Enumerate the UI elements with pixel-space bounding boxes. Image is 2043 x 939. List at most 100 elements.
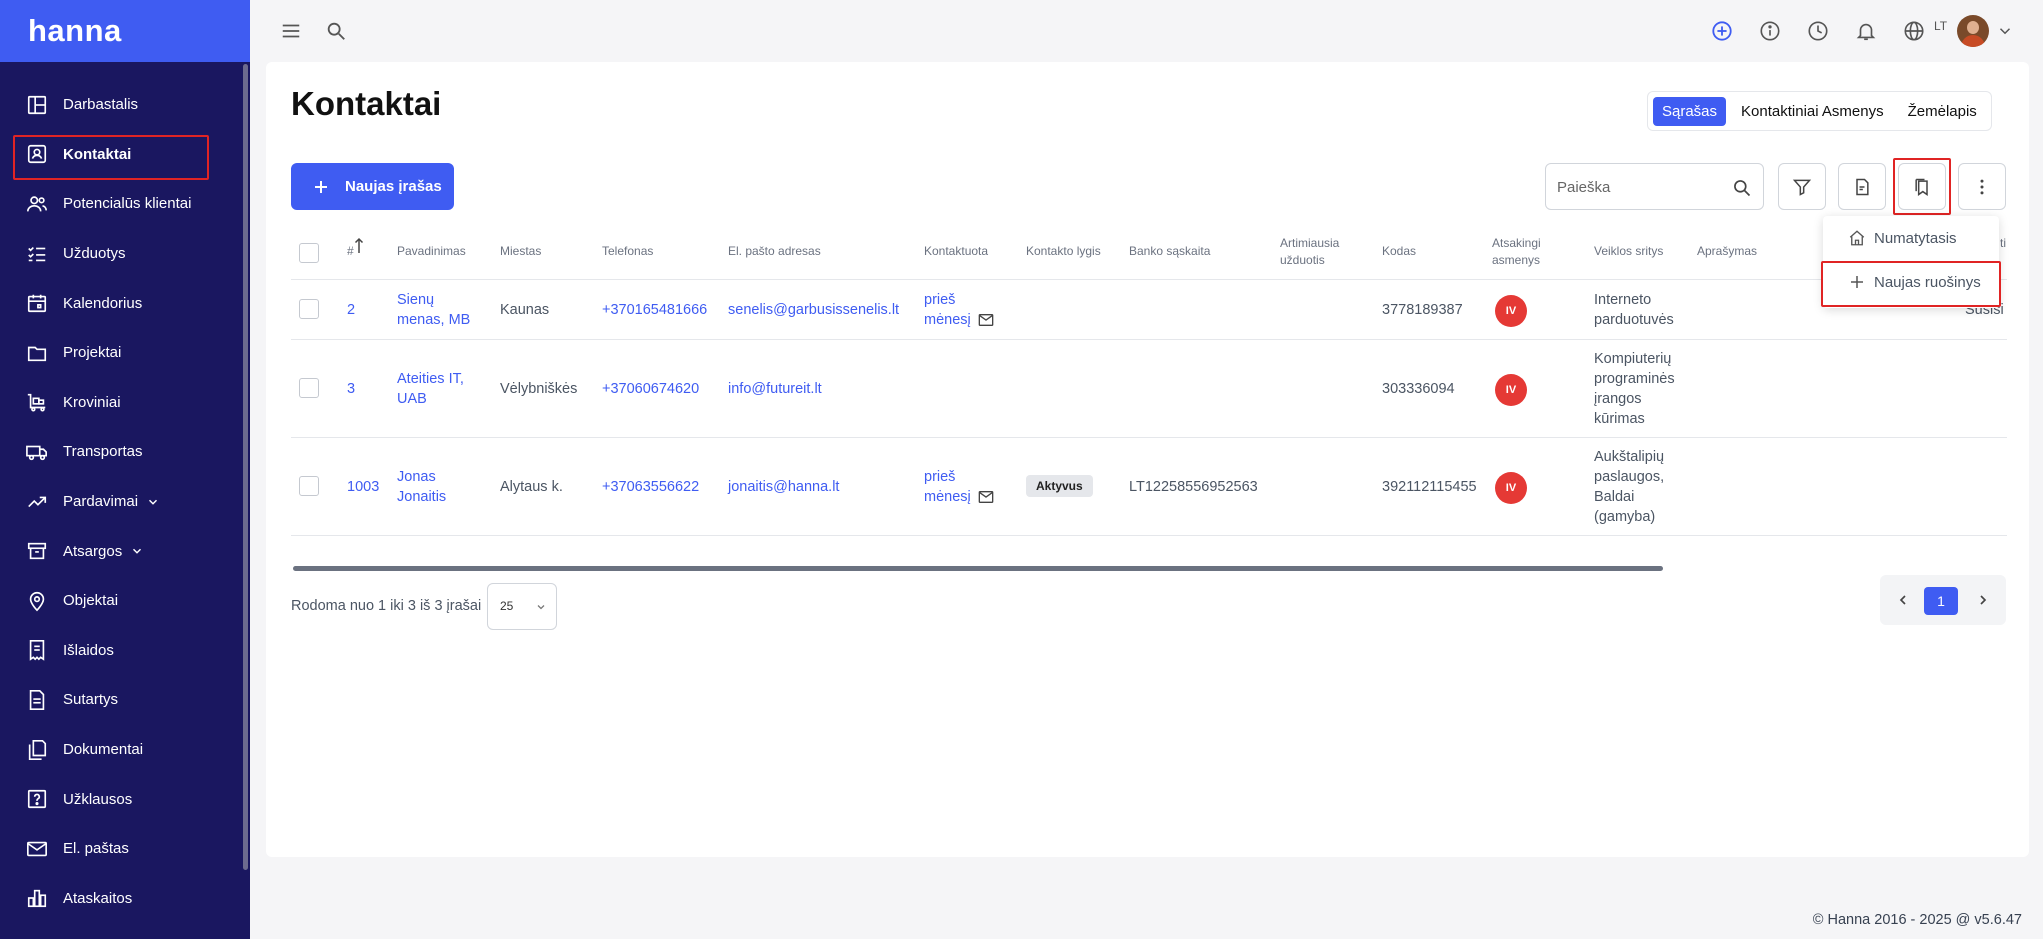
sidebar-item-ataskaitos[interactable]: Ataskaitos [0, 874, 245, 924]
cell-email[interactable]: jonaitis@hanna.lt [728, 477, 839, 497]
export-button[interactable] [1838, 163, 1886, 210]
page-number-current[interactable]: 1 [1924, 587, 1958, 615]
header-contacted[interactable]: Kontaktuota [924, 243, 988, 260]
search-input[interactable]: Paieška [1545, 163, 1764, 210]
cell-num[interactable]: 2 [347, 300, 355, 320]
cell-email[interactable]: senelis@garbusissenelis.lt [728, 300, 899, 320]
chevron-left-icon[interactable] [1895, 592, 1911, 608]
filter-button[interactable] [1778, 163, 1826, 210]
sidebar-item-uzduotys[interactable]: Užduotys [0, 229, 245, 279]
tab-kontaktiniai-asmenys[interactable]: Kontaktiniai Asmenys [1732, 97, 1893, 126]
search-icon[interactable] [325, 20, 347, 42]
header-city[interactable]: Miestas [500, 243, 541, 260]
header-cut[interactable]: ti [2000, 235, 2006, 252]
row-divider [291, 535, 2007, 536]
row-checkbox[interactable] [299, 476, 319, 496]
header-level[interactable]: Kontakto lygis [1026, 243, 1101, 260]
cell-name[interactable]: Ateities IT, UAB [397, 369, 482, 409]
sidebar-item-potencialus-klientai[interactable]: Potencialūs klientai [0, 179, 245, 229]
more-vertical-icon [1980, 179, 1984, 194]
mail-icon [978, 314, 994, 326]
search-icon [1734, 180, 1751, 197]
header-task[interactable]: Artimiausia užduotis [1280, 235, 1360, 269]
tab-zemelapis[interactable]: Žemėlapis [1899, 97, 1986, 126]
cell-phone[interactable]: +370165481666 [602, 300, 707, 320]
sidebar-item-el-pastas[interactable]: El. paštas [0, 824, 245, 874]
chevron-down-icon[interactable] [130, 544, 144, 558]
sidebar-item-islaidos[interactable]: Išlaidos [0, 626, 245, 676]
cell-contacted[interactable]: prieš mėnesį [924, 290, 979, 330]
add-circle-icon[interactable] [1711, 20, 1733, 42]
header-description[interactable]: Aprašymas [1697, 243, 1757, 260]
sidebar-item-label: Transportas [63, 443, 143, 461]
row-checkbox[interactable] [299, 299, 319, 319]
copyright: © Hanna 2016 - 2025 @ v5.6.47 [1812, 912, 2022, 928]
header-email[interactable]: El. pašto adresas [728, 243, 821, 260]
cell-phone[interactable]: +37060674620 [602, 379, 699, 399]
cell-name[interactable]: Sienų menas, MB [397, 290, 482, 330]
responsible-avatar[interactable]: IV [1495, 295, 1527, 327]
bell-icon[interactable] [1855, 20, 1877, 42]
language-code[interactable]: LT [1934, 19, 1947, 33]
more-options-button[interactable] [1958, 163, 2006, 210]
cell-name[interactable]: Jonas Jonaitis [397, 467, 482, 507]
bar-chart-icon [27, 890, 47, 908]
cell-code: 3778189387 [1382, 302, 1463, 318]
sidebar-item-projektai[interactable]: Projektai [0, 328, 245, 378]
cell-email[interactable]: info@futureit.lt [728, 379, 822, 399]
cell-contacted[interactable]: prieš mėnesį [924, 467, 979, 507]
sidebar-item-kalendorius[interactable]: Kalendorius [0, 278, 245, 328]
select-all-checkbox[interactable] [299, 243, 319, 263]
avatar[interactable] [1957, 15, 1989, 47]
clock-icon[interactable] [1807, 20, 1829, 42]
sidebar-item-pardavimai[interactable]: Pardavimai [0, 477, 245, 527]
page-size-select[interactable]: 25 [487, 583, 557, 630]
sidebar-item-label: Dokumentai [63, 741, 144, 759]
chevron-down-icon[interactable] [146, 495, 160, 509]
cell-num[interactable]: 1003 [347, 477, 379, 497]
table-horizontal-scrollbar[interactable] [293, 566, 1663, 571]
cell-activity: Aukštalipių paslaugos, Baldai (gamyba) [1594, 449, 1665, 525]
header-bank[interactable]: Banko sąskaita [1129, 243, 1210, 260]
row-checkbox[interactable] [299, 378, 319, 398]
header-num[interactable]: # [347, 237, 364, 260]
page-title: Kontaktai [291, 85, 442, 122]
header-phone[interactable]: Telefonas [602, 243, 653, 260]
sidebar-item-darbastalis[interactable]: Darbastalis [0, 80, 245, 130]
header-name[interactable]: Pavadinimas [397, 243, 466, 260]
chevron-down-icon[interactable] [1996, 22, 2014, 40]
cell-phone[interactable]: +37063556622 [602, 477, 699, 497]
file-icon [1856, 178, 1869, 195]
info-icon[interactable] [1759, 20, 1781, 42]
sidebar-item-objektai[interactable]: Objektai [0, 576, 245, 626]
app-logo[interactable]: hanna [0, 0, 250, 62]
view-switcher: Sąrašas Kontaktiniai Asmenys Žemėlapis [1647, 91, 1992, 131]
header-responsible[interactable]: Atsakingi asmenys [1492, 235, 1552, 269]
sidebar-item-label: Atsargos [63, 542, 123, 560]
sidebar-item-kroviniai[interactable]: Kroviniai [0, 378, 245, 428]
responsible-avatar[interactable]: IV [1495, 472, 1527, 504]
header-activity[interactable]: Veiklos sritys [1594, 243, 1663, 260]
sidebar-item-label: Darbastalis [63, 96, 139, 114]
new-entry-button[interactable]: Naujas įrašas [291, 163, 454, 210]
sidebar-item-atsargos[interactable]: Atsargos [0, 526, 245, 576]
header-code[interactable]: Kodas [1382, 243, 1416, 260]
responsible-avatar[interactable]: IV [1495, 374, 1527, 406]
sidebar-item-sutartys[interactable]: Sutartys [0, 675, 245, 725]
sidebar-item-transportas[interactable]: Transportas [0, 427, 245, 477]
chevron-right-icon[interactable] [1975, 592, 1991, 608]
sidebar-item-label: Objektai [63, 592, 119, 610]
menu-item-numatytasis[interactable]: Numatytasis [1848, 229, 1957, 247]
tab-sarasas[interactable]: Sąrašas [1653, 96, 1727, 126]
cell-code: 392112115455 [1382, 479, 1477, 495]
cell-num[interactable]: 3 [347, 379, 355, 399]
sidebar-item-label: Ataskaitos [63, 889, 133, 907]
menu-icon[interactable] [280, 20, 302, 42]
sidebar-item-uzklausos[interactable]: Užklausos [0, 774, 245, 824]
mail-icon [27, 841, 47, 856]
globe-icon[interactable] [1903, 20, 1925, 42]
document-icon [29, 689, 45, 710]
sidebar-item-label: Sutartys [63, 691, 119, 709]
sidebar-item-label: Užduotys [63, 245, 126, 263]
sidebar-item-dokumentai[interactable]: Dokumentai [0, 725, 245, 775]
